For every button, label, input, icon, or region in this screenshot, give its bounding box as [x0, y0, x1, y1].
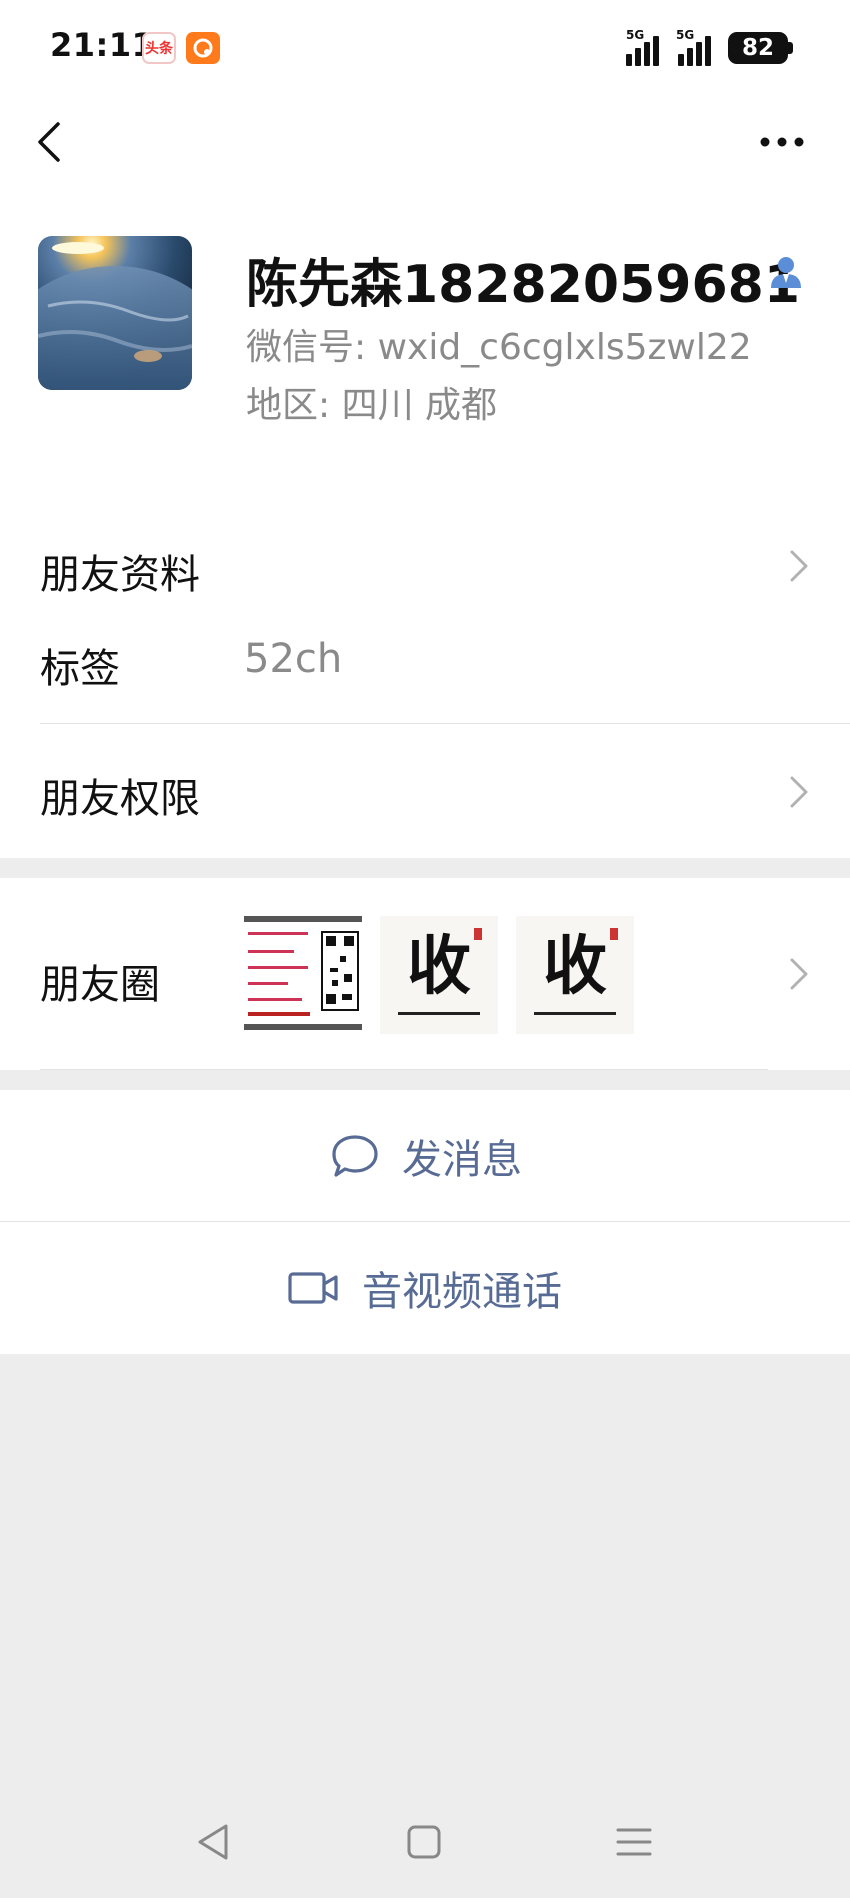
video-call-button[interactable]: 音视频通话 — [0, 1222, 850, 1354]
status-time: 21:11 — [50, 26, 155, 64]
svg-text:收: 收 — [407, 929, 471, 1004]
triangle-back-icon — [198, 1824, 228, 1860]
send-message-label: 发消息 — [402, 1137, 522, 1183]
back-button[interactable] — [28, 116, 80, 168]
moments-thumb-qr[interactable] — [244, 916, 362, 1034]
status-bar: 21:11 头条 5G 5G 82 — [0, 0, 850, 96]
region: 地区: 四川 成都 — [246, 385, 498, 426]
battery-indicator: 82 — [728, 32, 788, 64]
moments-divider — [40, 1069, 768, 1070]
chat-bubble-icon — [332, 1135, 378, 1177]
more-button[interactable] — [754, 122, 810, 162]
nav-menu-button[interactable] — [606, 1814, 662, 1870]
chevron-right-icon — [790, 550, 808, 582]
wechat-id: 微信号: wxid_c6cglxls5zwl22 — [246, 327, 752, 368]
menu-lines-icon — [616, 1828, 652, 1856]
friend-info-section: 朋友资料 标签 52ch — [0, 496, 850, 724]
moments-thumb-calligraphy-1[interactable]: 收 — [380, 916, 498, 1034]
signal-strength-icon-2: 5G — [674, 28, 720, 66]
moments-thumb-calligraphy-2[interactable]: 收 — [516, 916, 634, 1034]
orange-app-icon — [186, 32, 220, 64]
person-icon — [766, 252, 806, 292]
moments-label: 朋友圈 — [40, 962, 160, 1008]
nav-back-button[interactable] — [186, 1814, 242, 1870]
svg-text:收: 收 — [543, 929, 607, 1004]
video-call-label: 音视频通话 — [362, 1269, 562, 1315]
toutiao-app-icon: 头条 — [142, 32, 176, 64]
send-message-button[interactable]: 发消息 — [0, 1090, 850, 1222]
square-home-icon — [407, 1825, 441, 1859]
signal-strength-icon: 5G — [612, 28, 664, 66]
chevron-right-icon — [790, 776, 808, 808]
contact-profile-page: 21:11 头条 5G 5G 82 陈先森18282059681 微信号: wx… — [0, 0, 850, 1898]
tags-value: 52ch — [244, 636, 343, 682]
battery-tip — [788, 42, 793, 54]
system-navigation-bar — [0, 1786, 850, 1898]
more-horizontal-icon — [760, 137, 804, 147]
chevron-right-icon — [790, 958, 808, 990]
contact-name: 陈先森18282059681 — [246, 255, 800, 315]
permissions-section: 朋友权限 — [0, 724, 850, 858]
video-camera-icon — [288, 1272, 338, 1304]
friend-permissions-row[interactable]: 朋友权限 — [40, 766, 200, 824]
chevron-left-icon — [38, 122, 60, 162]
avatar[interactable] — [38, 236, 192, 390]
top-navigation — [0, 96, 850, 206]
profile-header: 陈先森18282059681 微信号: wxid_c6cglxls5zwl22 … — [0, 206, 850, 497]
nav-home-button[interactable] — [396, 1814, 452, 1870]
tags-label: 标签 — [40, 646, 120, 692]
friend-info-row[interactable]: 朋友资料 — [40, 542, 200, 600]
